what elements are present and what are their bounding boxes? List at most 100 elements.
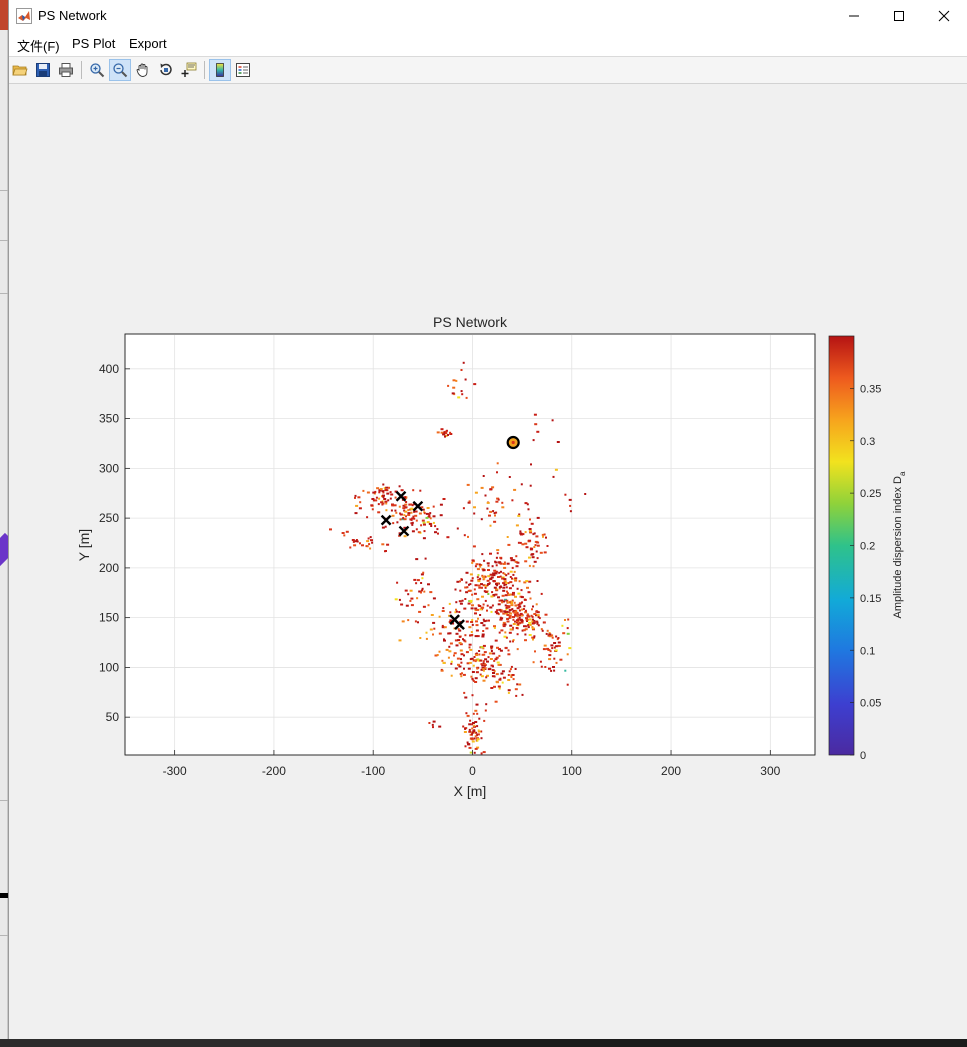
- ps-point: [404, 510, 408, 513]
- ps-point: [537, 616, 540, 618]
- save-button[interactable]: [32, 59, 54, 81]
- ps-point: [467, 667, 471, 670]
- ps-point: [468, 626, 472, 629]
- ps-point: [536, 544, 540, 547]
- ps-point: [381, 543, 385, 546]
- menu-export[interactable]: Export: [127, 36, 169, 51]
- ps-point: [504, 647, 507, 650]
- ps-point: [472, 722, 475, 724]
- ps-point: [452, 379, 456, 382]
- reference-circle-marker: [506, 435, 520, 450]
- ps-point: [518, 580, 521, 583]
- ps-point: [482, 660, 485, 663]
- ps-point: [361, 544, 364, 547]
- ps-point: [517, 623, 520, 626]
- ps-point: [458, 611, 461, 613]
- ps-point: [422, 537, 426, 540]
- insert-colorbar-button[interactable]: [209, 59, 231, 81]
- ps-point: [567, 618, 570, 621]
- data-cursor-button[interactable]: [178, 59, 200, 81]
- pan-button[interactable]: [132, 59, 154, 81]
- ps-point: [491, 486, 495, 489]
- ps-point: [528, 530, 532, 533]
- ps-point: [471, 604, 474, 607]
- ps-point: [490, 610, 493, 613]
- ps-point: [423, 523, 426, 526]
- print-button[interactable]: [55, 59, 77, 81]
- ps-point: [470, 657, 474, 660]
- ps-point: [473, 737, 476, 740]
- maximize-button[interactable]: [876, 0, 922, 31]
- ps-point: [568, 647, 572, 650]
- ps-point: [507, 653, 511, 656]
- ps-point: [514, 620, 516, 623]
- ps-point: [525, 580, 529, 583]
- ps-point: [503, 580, 507, 583]
- open-button[interactable]: [9, 59, 31, 81]
- ps-point: [354, 494, 357, 497]
- chart-title: PS Network: [433, 314, 508, 330]
- ps-point: [381, 526, 385, 529]
- ps-point: [475, 624, 479, 627]
- y-tick-label: 50: [106, 710, 120, 724]
- zoom-out-button[interactable]: [109, 59, 131, 81]
- ps-point: [518, 609, 521, 612]
- close-button[interactable]: [921, 0, 967, 31]
- ps-point: [490, 645, 494, 648]
- menu-file[interactable]: 文件(F): [15, 36, 62, 55]
- x-tick-label: -300: [163, 764, 187, 778]
- ps-point: [476, 738, 480, 741]
- ps-point: [506, 536, 509, 538]
- ps-point: [529, 548, 533, 551]
- ps-point: [536, 541, 540, 544]
- title-bar[interactable]: PS Network: [9, 0, 967, 31]
- ps-point: [548, 658, 552, 661]
- ps-point: [432, 726, 434, 729]
- axes-background[interactable]: [124, 333, 816, 756]
- ps-point: [515, 694, 518, 697]
- ps-point: [553, 642, 557, 644]
- ps-point: [396, 521, 399, 524]
- ps-point: [487, 668, 491, 671]
- ps-point: [517, 541, 520, 544]
- ps-point: [448, 645, 451, 648]
- ps-point: [564, 669, 567, 672]
- ps-point: [478, 717, 481, 720]
- insert-legend-button[interactable]: [232, 59, 254, 81]
- zoom-in-button[interactable]: [86, 59, 108, 81]
- ps-point: [509, 612, 513, 615]
- ps-point: [528, 621, 532, 624]
- rotate-3d-button[interactable]: [155, 59, 177, 81]
- ps-point: [410, 507, 414, 510]
- ps-point: [479, 577, 482, 580]
- ps-point: [377, 511, 381, 514]
- ps-point: [515, 565, 519, 568]
- ps-point: [370, 539, 373, 542]
- ps-point: [474, 709, 478, 712]
- ps-point: [503, 578, 507, 581]
- ps-point: [374, 490, 377, 493]
- ps-point: [366, 516, 369, 519]
- ps-point: [476, 598, 480, 601]
- ps-point: [535, 550, 538, 553]
- ps-point: [566, 627, 569, 630]
- ps-point: [516, 615, 519, 618]
- ps-network-plot[interactable]: -300 -200 -100 0 100 200 300 50 100 150 200 250 300…: [9, 84, 967, 1039]
- ps-point: [524, 502, 528, 505]
- minimize-button[interactable]: [831, 0, 877, 31]
- ps-point: [411, 530, 415, 533]
- background-divider: [0, 240, 8, 241]
- colorbar-tick-label: 0.15: [860, 593, 881, 605]
- ps-point: [474, 735, 477, 738]
- ps-point: [544, 613, 548, 616]
- ps-point: [507, 674, 510, 676]
- toolbar: [9, 57, 967, 84]
- ps-point: [503, 584, 506, 586]
- ps-point: [536, 622, 539, 625]
- ps-point: [417, 621, 419, 624]
- ps-point: [463, 667, 465, 670]
- menu-ps-plot[interactable]: PS Plot: [70, 36, 117, 51]
- ps-point: [494, 561, 498, 564]
- ps-point: [507, 593, 511, 596]
- ps-point: [462, 673, 466, 676]
